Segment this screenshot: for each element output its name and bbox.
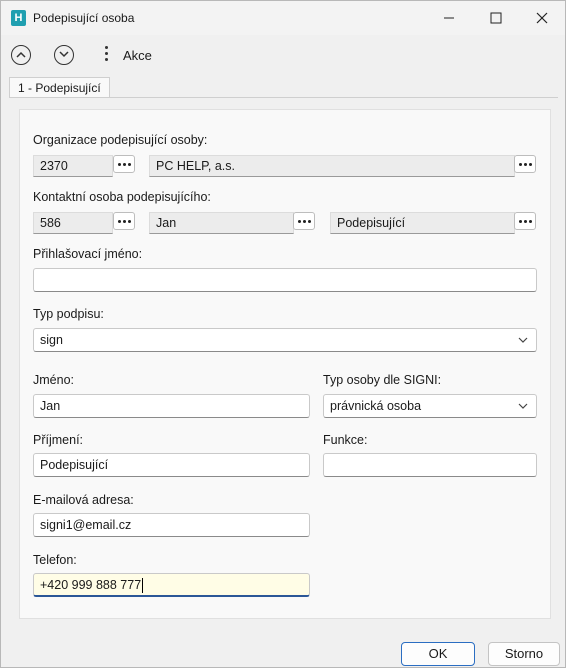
login-label: Přihlašovací jméno: — [33, 247, 143, 261]
more-vertical-icon[interactable] — [101, 46, 111, 64]
organization-name-lookup-button[interactable] — [514, 155, 536, 173]
function-field[interactable] — [323, 453, 537, 477]
contact-last-name-lookup-button[interactable] — [514, 212, 536, 230]
chevron-down-icon — [59, 51, 69, 58]
close-icon — [536, 12, 548, 24]
email-label: E-mailová adresa: — [33, 493, 134, 507]
next-record-button[interactable] — [54, 45, 74, 65]
contact-label: Kontaktní osoba podepisujícího: — [33, 190, 211, 204]
previous-record-button[interactable] — [11, 45, 31, 65]
window-title: Podepisující osoba — [33, 11, 135, 25]
maximize-button[interactable] — [473, 1, 519, 35]
organization-code-lookup-button[interactable] — [113, 155, 135, 173]
contact-first-name-field[interactable]: Jan — [149, 212, 294, 234]
chevron-down-icon — [518, 403, 528, 409]
chevron-down-icon — [518, 337, 528, 343]
signature-type-value: sign — [40, 333, 63, 347]
tab-podepisujici[interactable]: 1 - Podepisující — [9, 77, 110, 98]
contact-last-name-field[interactable]: Podepisující — [330, 212, 515, 234]
phone-value: +420 999 888 777 — [40, 578, 142, 592]
phone-field[interactable]: +420 999 888 777 — [33, 573, 310, 597]
organization-label: Organizace podepisující osoby: — [33, 133, 208, 147]
dialog-window: H Podepisující osoba Akce 1 - Podepisují… — [0, 0, 566, 668]
title-bar: H Podepisující osoba — [1, 1, 565, 35]
first-name-field[interactable]: Jan — [33, 394, 310, 418]
first-name-label: Jméno: — [33, 373, 74, 387]
surname-field[interactable]: Podepisující — [33, 453, 310, 477]
phone-label: Telefon: — [33, 553, 77, 567]
organization-code-field[interactable]: 2370 — [33, 155, 113, 177]
chevron-up-icon — [16, 51, 26, 58]
person-type-select[interactable]: právnická osoba — [323, 394, 537, 418]
signature-type-select[interactable]: sign — [33, 328, 537, 352]
contact-code-field[interactable]: 586 — [33, 212, 113, 234]
contact-first-name-lookup-button[interactable] — [293, 212, 315, 230]
maximize-icon — [490, 12, 502, 24]
close-button[interactable] — [519, 1, 565, 35]
person-type-value: právnická osoba — [330, 399, 422, 413]
login-field[interactable] — [33, 268, 537, 292]
minimize-icon — [444, 17, 454, 19]
form-panel — [19, 109, 551, 619]
surname-label: Příjmení: — [33, 433, 84, 447]
app-icon: H — [11, 10, 26, 26]
function-label: Funkce: — [323, 433, 368, 447]
signature-type-label: Typ podpisu: — [33, 307, 104, 321]
email-field[interactable]: signi1@email.cz — [33, 513, 310, 537]
text-cursor — [142, 578, 144, 594]
person-type-label: Typ osoby dle SIGNI: — [323, 373, 442, 387]
minimize-button[interactable] — [426, 1, 472, 35]
organization-name-field[interactable]: PC HELP, a.s. — [149, 155, 515, 177]
toolbar: Akce — [1, 37, 565, 73]
actions-menu-button[interactable]: Akce — [123, 48, 152, 63]
contact-code-lookup-button[interactable] — [113, 212, 135, 230]
tab-divider — [9, 97, 558, 98]
cancel-button[interactable]: Storno — [488, 642, 560, 666]
ok-button[interactable]: OK — [401, 642, 475, 666]
